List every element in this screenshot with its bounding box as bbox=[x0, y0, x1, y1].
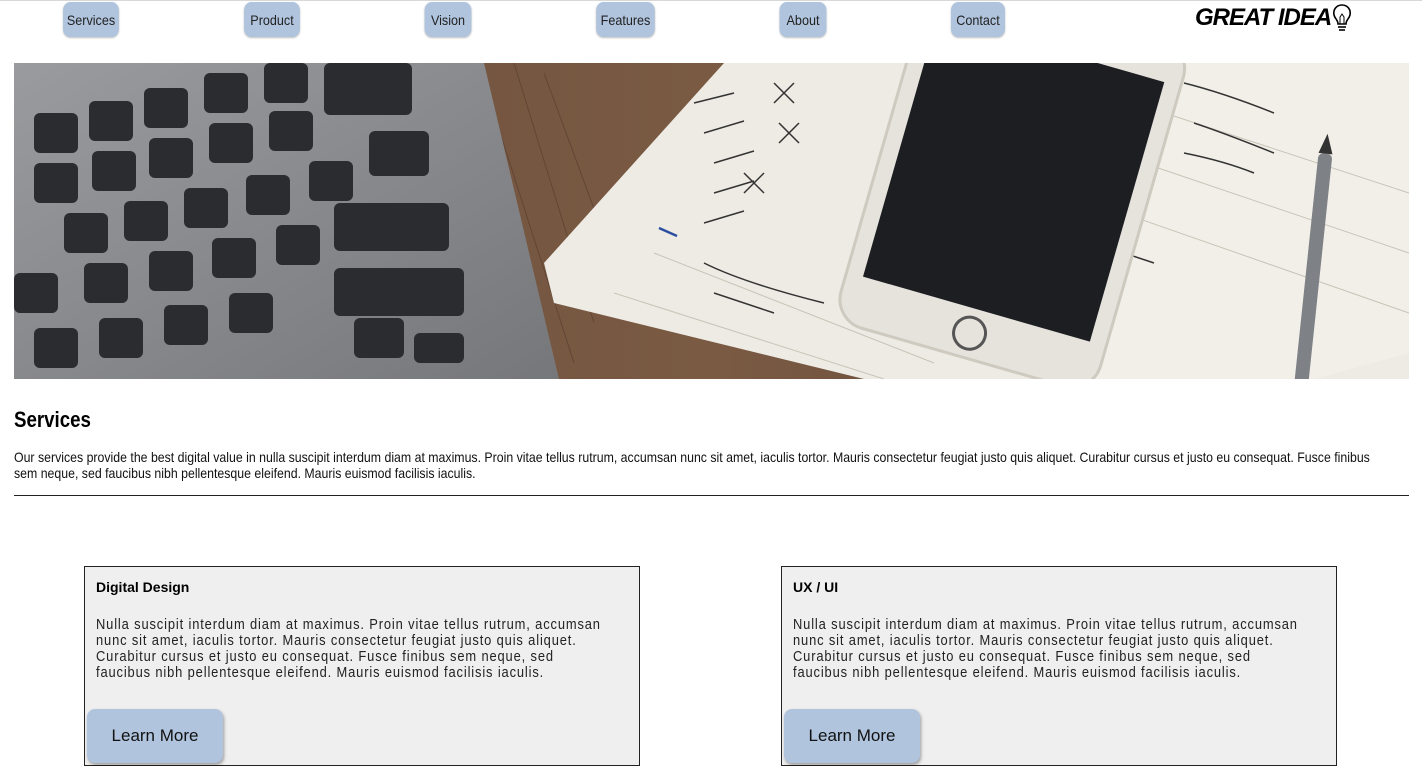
hero-photo bbox=[14, 63, 1409, 379]
services-intro-text: Our services provide the best digital va… bbox=[14, 449, 1370, 481]
section-title: Services bbox=[14, 407, 91, 432]
logo-text: GREAT IDEA bbox=[1195, 4, 1332, 31]
hero-image bbox=[14, 63, 1409, 379]
learn-more-button[interactable]: Learn More bbox=[87, 709, 223, 763]
brand-logo[interactable]: GREAT IDEA bbox=[1195, 2, 1353, 34]
nav-about-button[interactable]: About bbox=[779, 2, 827, 37]
learn-more-button[interactable]: Learn More bbox=[784, 709, 920, 763]
card-title: Digital Design bbox=[96, 579, 190, 595]
nav-services-button[interactable]: Services bbox=[63, 2, 119, 37]
service-card-digital-design: Digital Design Nulla suscipit interdum d… bbox=[84, 566, 640, 766]
service-card-ux-ui: UX / UI Nulla suscipit interdum diam at … bbox=[781, 566, 1337, 766]
card-body-text: Nulla suscipit interdum diam at maximus.… bbox=[793, 616, 1298, 681]
nav-product-button[interactable]: Product bbox=[244, 2, 300, 37]
top-border bbox=[0, 0, 1422, 1]
section-divider bbox=[14, 495, 1409, 496]
card-title: UX / UI bbox=[793, 579, 839, 595]
nav-contact-button[interactable]: Contact bbox=[951, 2, 1005, 37]
card-body-text: Nulla suscipit interdum diam at maximus.… bbox=[96, 616, 601, 681]
nav-features-button[interactable]: Features bbox=[596, 2, 655, 37]
nav-vision-button[interactable]: Vision bbox=[424, 2, 472, 37]
lightbulb-icon bbox=[1333, 4, 1352, 31]
